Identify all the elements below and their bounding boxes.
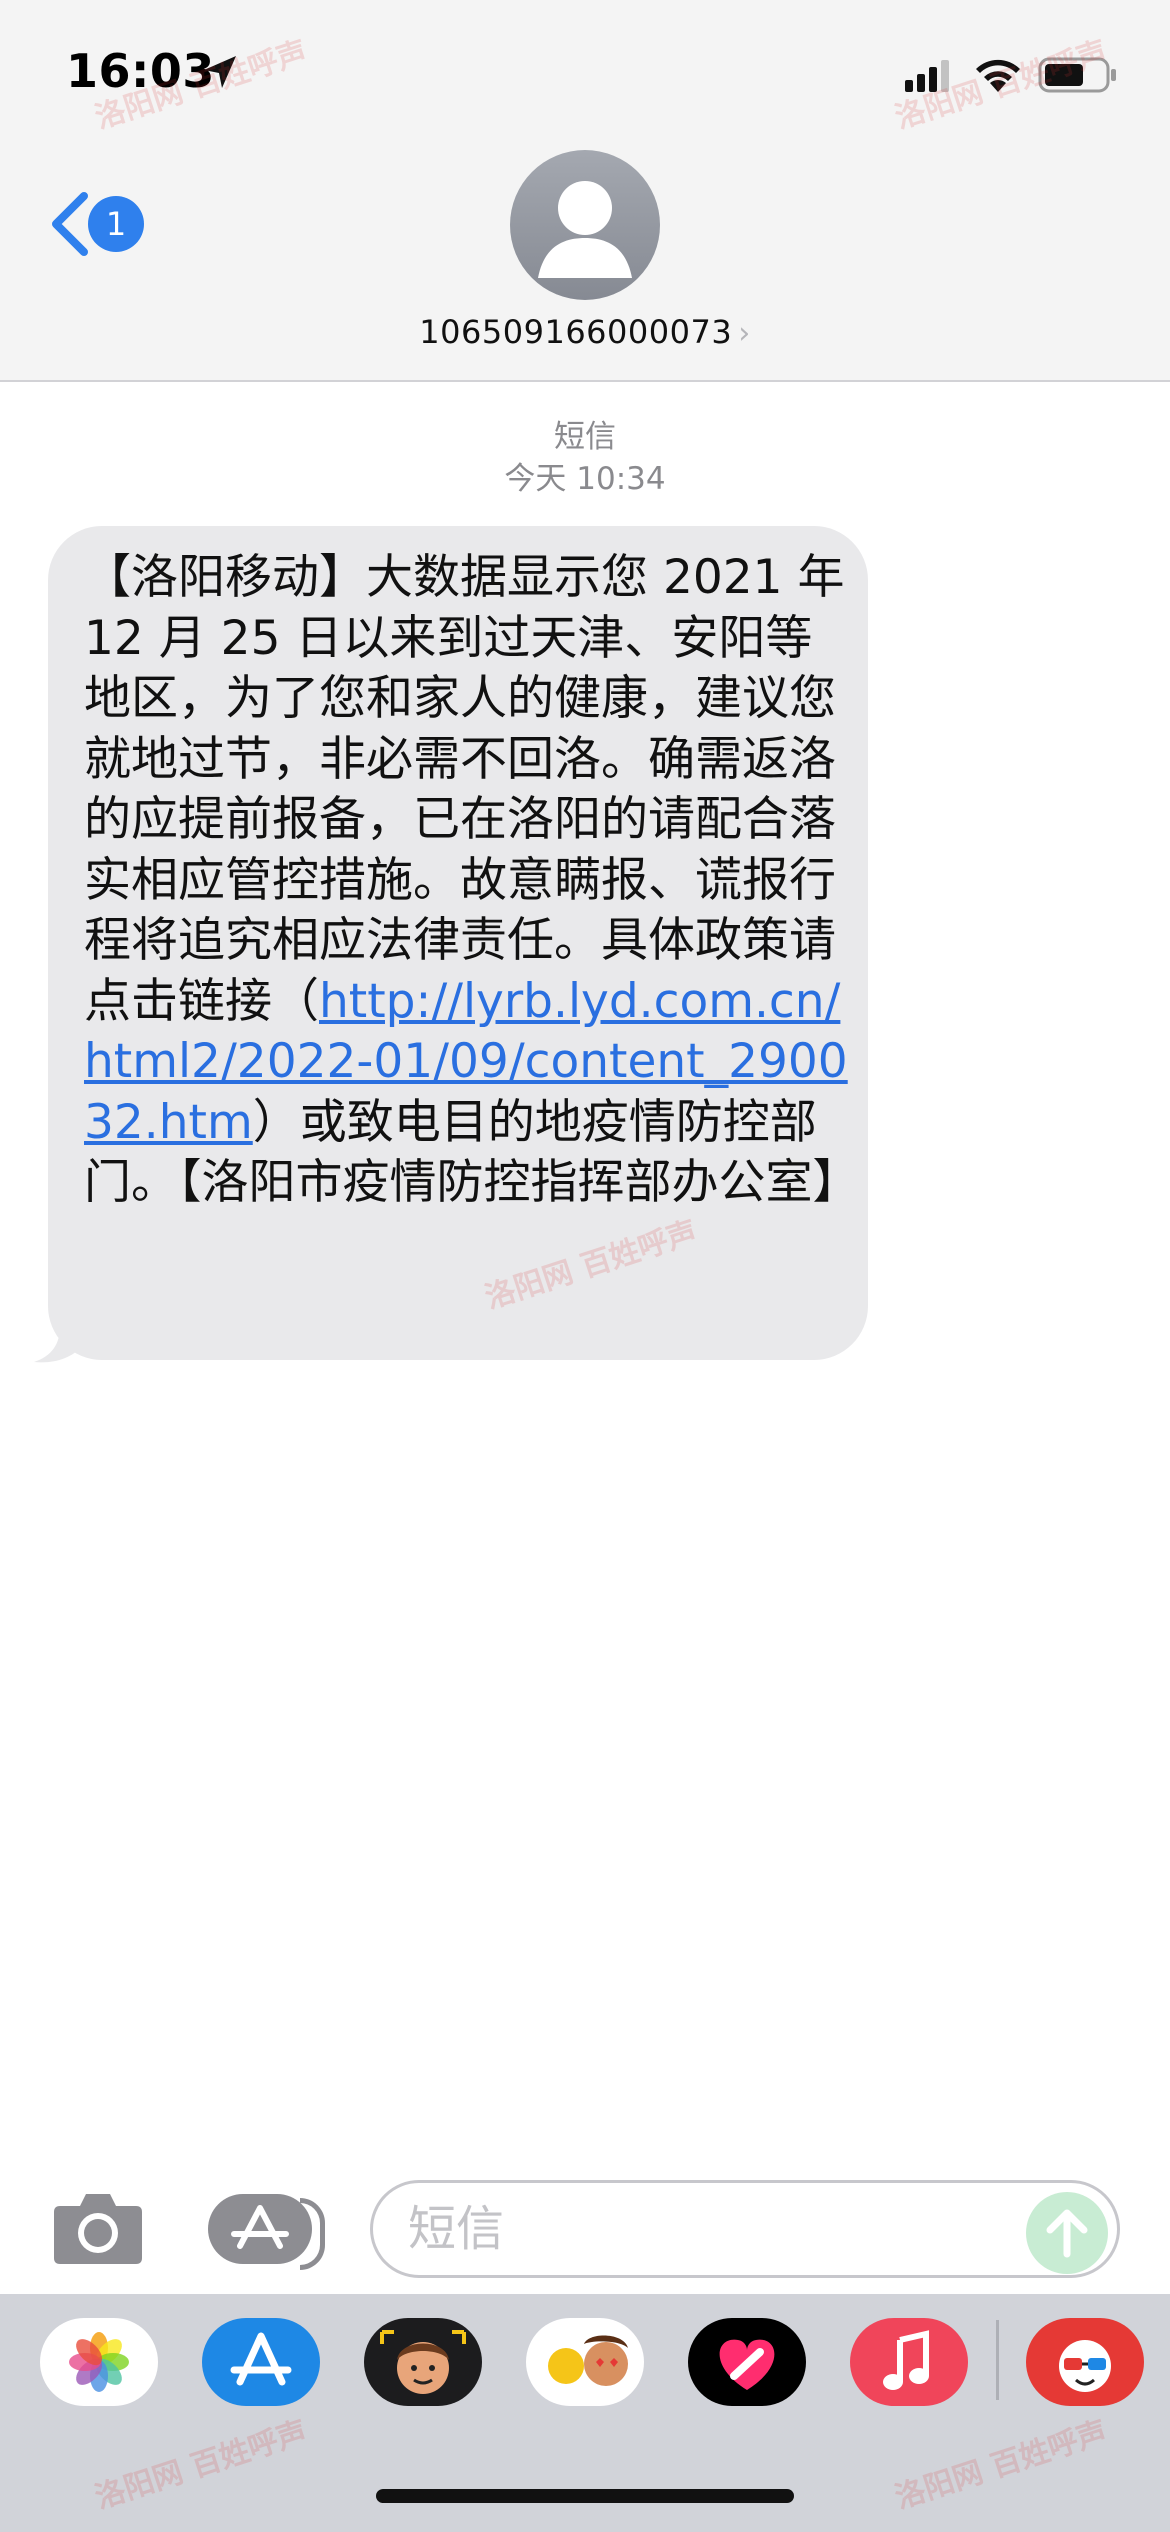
app-store-icon[interactable] (202, 2318, 320, 2406)
chevron-right-icon: › (738, 316, 751, 351)
app-store-apps-button[interactable] (208, 2194, 312, 2264)
back-button[interactable]: 1 (46, 184, 156, 264)
heart-glyph (719, 2339, 775, 2390)
drawer-divider (996, 2320, 999, 2400)
unread-count-badge: 1 (88, 196, 144, 252)
contact-name[interactable]: 106509166000073 › (0, 313, 1170, 351)
send-button[interactable] (1026, 2192, 1108, 2274)
contact-number: 106509166000073 (419, 313, 733, 351)
photos-icon[interactable] (40, 2318, 158, 2406)
chevron-left-icon (52, 192, 88, 256)
third-party-app-icon[interactable] (1026, 2318, 1144, 2406)
memoji-face (380, 2330, 466, 2394)
message-input-placeholder: 短信 (408, 2201, 505, 2257)
apps-button-edge (300, 2198, 325, 2270)
camera-icon[interactable] (52, 2186, 144, 2266)
app-store-glyph-icon (231, 2205, 289, 2249)
music-icon[interactable] (850, 2318, 968, 2406)
home-indicator[interactable] (376, 2489, 794, 2503)
message-text: 【洛阳移动】大数据显示您 2021 年 12 月 25 日以来到过天津、安阳等地… (84, 548, 860, 1214)
music-note-glyph (883, 2330, 929, 2390)
contact-avatar[interactable] (510, 150, 660, 300)
animoji-faces (548, 2335, 628, 2386)
arrow-up-icon (1046, 2209, 1088, 2258)
service-label: 短信 (554, 419, 616, 455)
animoji-icon[interactable] (526, 2318, 644, 2406)
message-timestamp: 今天 10:34 (504, 461, 666, 497)
digital-touch-icon[interactable] (688, 2318, 806, 2406)
photos-flower (69, 2332, 129, 2392)
conversation-meta: 短信 今天 10:34 (0, 416, 1170, 500)
app-store-a-glyph (230, 2332, 292, 2386)
message-body-start: 【洛阳移动】大数据显示您 2021 年 12 月 25 日以来到过天津、安阳等地… (84, 550, 845, 1029)
mascot-face (1059, 2340, 1111, 2392)
person-icon (538, 181, 632, 278)
memoji-icon[interactable] (364, 2318, 482, 2406)
